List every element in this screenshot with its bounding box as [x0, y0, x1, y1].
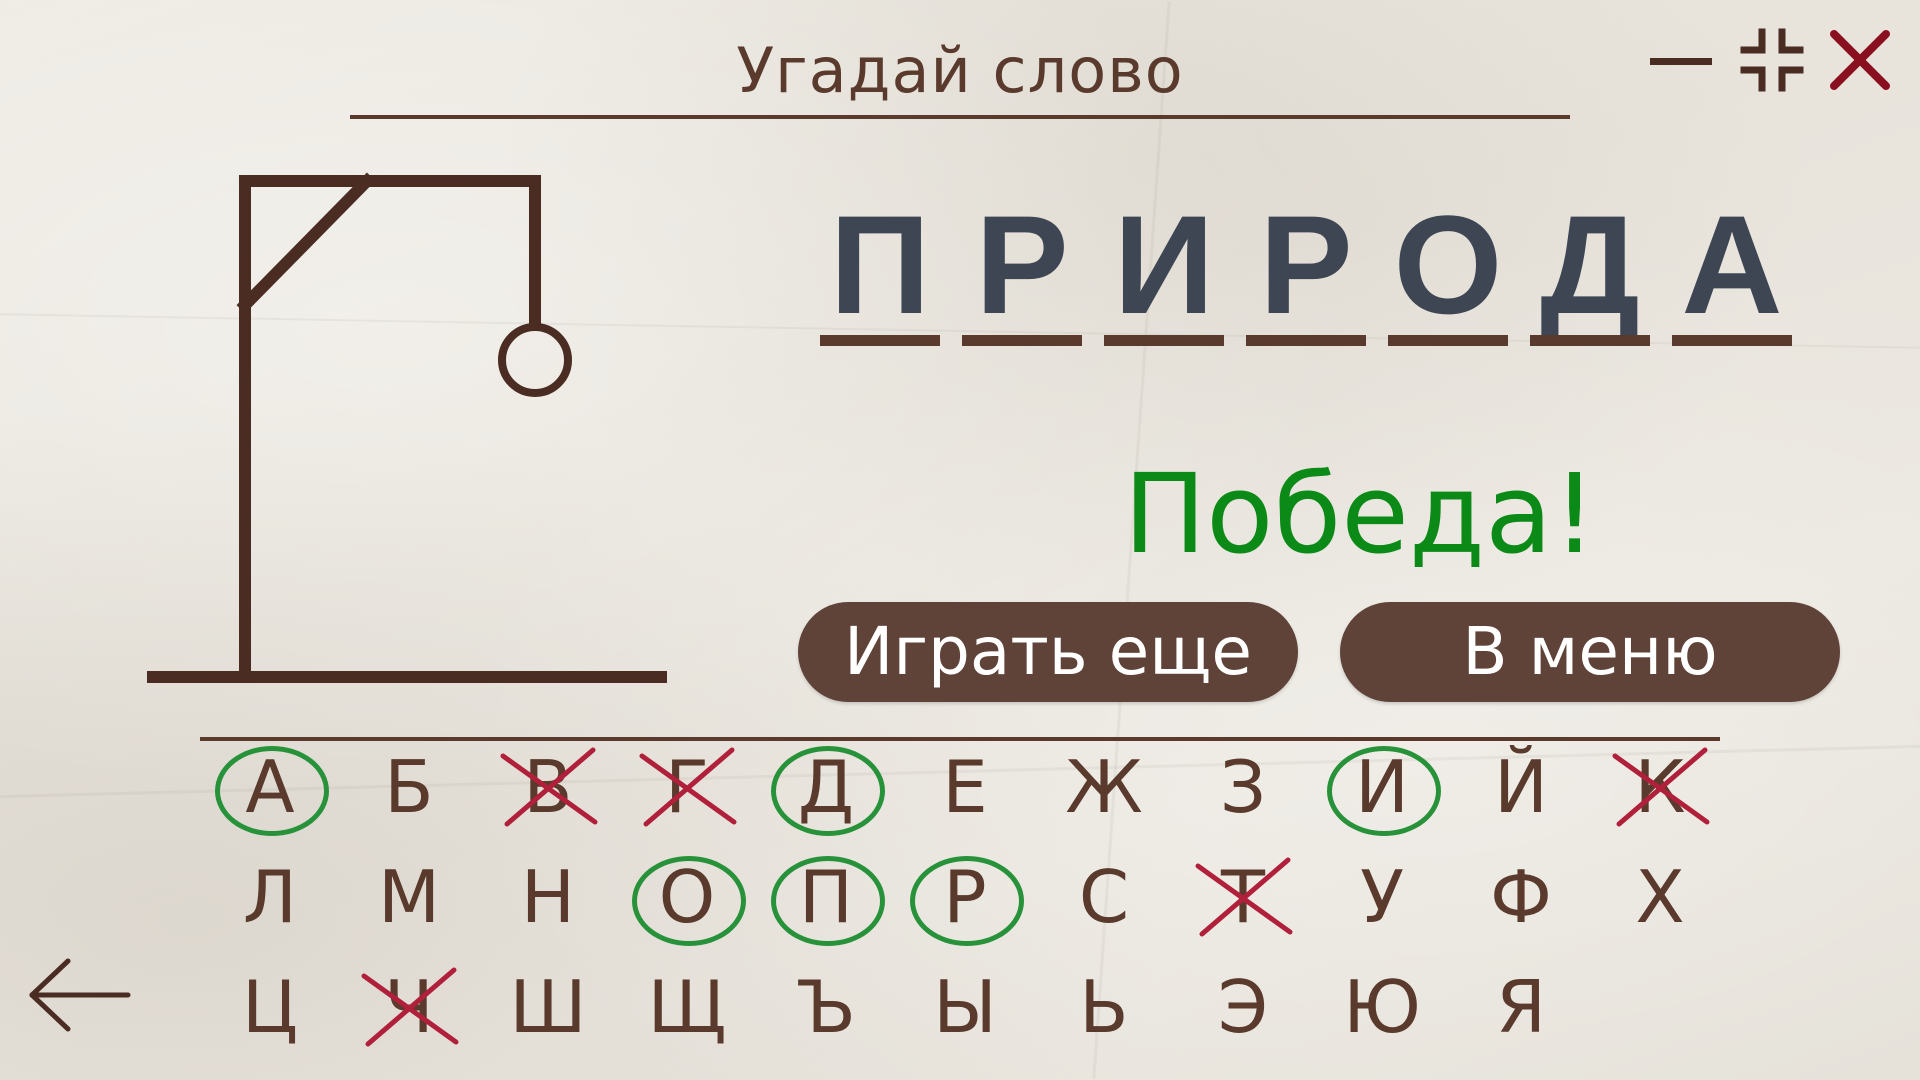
key-letter: Б: [384, 745, 434, 829]
letter-underline: [820, 335, 940, 346]
key-unused[interactable]: Е: [910, 742, 1020, 832]
key-unused[interactable]: Ы: [910, 962, 1020, 1052]
key-unused[interactable]: Ж: [1049, 742, 1159, 832]
key-unused[interactable]: Ю: [1327, 962, 1437, 1052]
restore-icon: [1740, 28, 1804, 92]
key-unused[interactable]: Э: [1188, 962, 1298, 1052]
key-letter: Д: [797, 745, 855, 829]
key-letter: Ъ: [796, 965, 856, 1049]
key-unused[interactable]: У: [1327, 852, 1437, 942]
wrong-cross: [361, 967, 459, 1047]
word-letter-slot: А: [1672, 190, 1792, 350]
key-letter: Е: [942, 745, 988, 829]
word-letter: Р: [975, 186, 1069, 343]
wrong-cross: [639, 747, 737, 827]
key-wrong[interactable]: К: [1605, 742, 1715, 832]
key-letter: У: [1360, 855, 1404, 939]
key-unused[interactable]: Ъ: [771, 962, 881, 1052]
page-title: Угадай слово: [736, 34, 1184, 107]
letter-underline: [962, 335, 1082, 346]
key-letter: Ш: [509, 965, 587, 1049]
key-letter: Л: [242, 855, 298, 939]
key-correct[interactable]: И: [1327, 742, 1441, 836]
key-letter: О: [658, 855, 716, 939]
word-letter: П: [829, 186, 931, 343]
key-letter: А: [245, 745, 295, 829]
wrong-cross: [1612, 747, 1710, 827]
word-letter-slot: П: [820, 190, 940, 350]
victory-message: Победа!: [1123, 450, 1597, 578]
key-unused[interactable]: Й: [1466, 742, 1576, 832]
arrow-left-icon[interactable]: [28, 955, 133, 1035]
key-unused[interactable]: С: [1049, 852, 1159, 942]
key-unused[interactable]: Щ: [632, 962, 742, 1052]
key-letter: Э: [1217, 965, 1269, 1049]
key-unused[interactable]: Я: [1466, 962, 1576, 1052]
key-letter: Н: [520, 855, 576, 939]
key-correct[interactable]: Р: [910, 852, 1024, 946]
key-unused[interactable]: Н: [493, 852, 603, 942]
letter-underline: [1104, 335, 1224, 346]
close-icon: [1830, 30, 1890, 90]
key-letter: Ц: [242, 965, 298, 1049]
restore-button[interactable]: [1740, 28, 1804, 92]
key-unused[interactable]: Ь: [1049, 962, 1159, 1052]
word-letter: Р: [1259, 186, 1353, 343]
key-unused[interactable]: Ш: [493, 962, 603, 1052]
key-letter: Ю: [1343, 965, 1421, 1049]
key-letter: И: [1355, 745, 1409, 829]
letter-underline: [1246, 335, 1366, 346]
key-letter: Я: [1495, 965, 1547, 1049]
key-unused[interactable]: Б: [354, 742, 464, 832]
letter-underline: [1530, 335, 1650, 346]
key-wrong[interactable]: В: [493, 742, 603, 832]
close-button[interactable]: [1828, 28, 1892, 92]
key-letter: Ж: [1065, 745, 1143, 829]
key-letter: Ь: [1079, 965, 1129, 1049]
letter-underline: [1388, 335, 1508, 346]
key-wrong[interactable]: Ч: [354, 962, 464, 1052]
word-letter: И: [1113, 186, 1215, 343]
word-letter-slot: Д: [1530, 190, 1650, 350]
word-letter: А: [1681, 186, 1783, 343]
key-wrong[interactable]: Т: [1188, 852, 1298, 942]
word-letter-slot: Р: [1246, 190, 1366, 350]
keyboard-divider: [200, 737, 1720, 741]
word-display: ПРИРОДА: [820, 190, 1795, 350]
key-letter: Щ: [647, 965, 727, 1049]
key-correct[interactable]: О: [632, 852, 746, 946]
key-wrong[interactable]: Г: [632, 742, 742, 832]
title-divider: [350, 115, 1570, 119]
key-letter: П: [798, 855, 854, 939]
key-letter: С: [1078, 855, 1130, 939]
word-letter: Д: [1540, 186, 1640, 343]
key-unused[interactable]: З: [1188, 742, 1298, 832]
letter-underline: [1672, 335, 1792, 346]
key-letter: Ф: [1490, 855, 1552, 939]
hangman-gallows: [147, 172, 667, 683]
key-letter: Р: [943, 855, 987, 939]
wrong-cross: [500, 747, 598, 827]
word-letter-slot: И: [1104, 190, 1224, 350]
key-unused[interactable]: М: [354, 852, 464, 942]
word-letter-slot: Р: [962, 190, 1082, 350]
word-letter: О: [1393, 186, 1503, 343]
word-letter-slot: О: [1388, 190, 1508, 350]
minimize-button[interactable]: [1650, 28, 1714, 92]
key-unused[interactable]: Л: [215, 852, 325, 942]
key-correct[interactable]: Д: [771, 742, 885, 836]
key-correct[interactable]: А: [215, 742, 329, 836]
key-unused[interactable]: Х: [1605, 852, 1715, 942]
wrong-cross: [1195, 857, 1293, 937]
key-letter: Х: [1635, 855, 1685, 939]
menu-button[interactable]: В меню: [1340, 602, 1840, 702]
key-letter: Ы: [933, 965, 997, 1049]
key-letter: М: [377, 855, 441, 939]
play-again-button[interactable]: Играть еще: [798, 602, 1298, 702]
key-unused[interactable]: Ф: [1466, 852, 1576, 942]
key-letter: Й: [1494, 745, 1548, 829]
key-letter: З: [1219, 745, 1267, 829]
key-unused[interactable]: Ц: [215, 962, 325, 1052]
key-correct[interactable]: П: [771, 852, 885, 946]
